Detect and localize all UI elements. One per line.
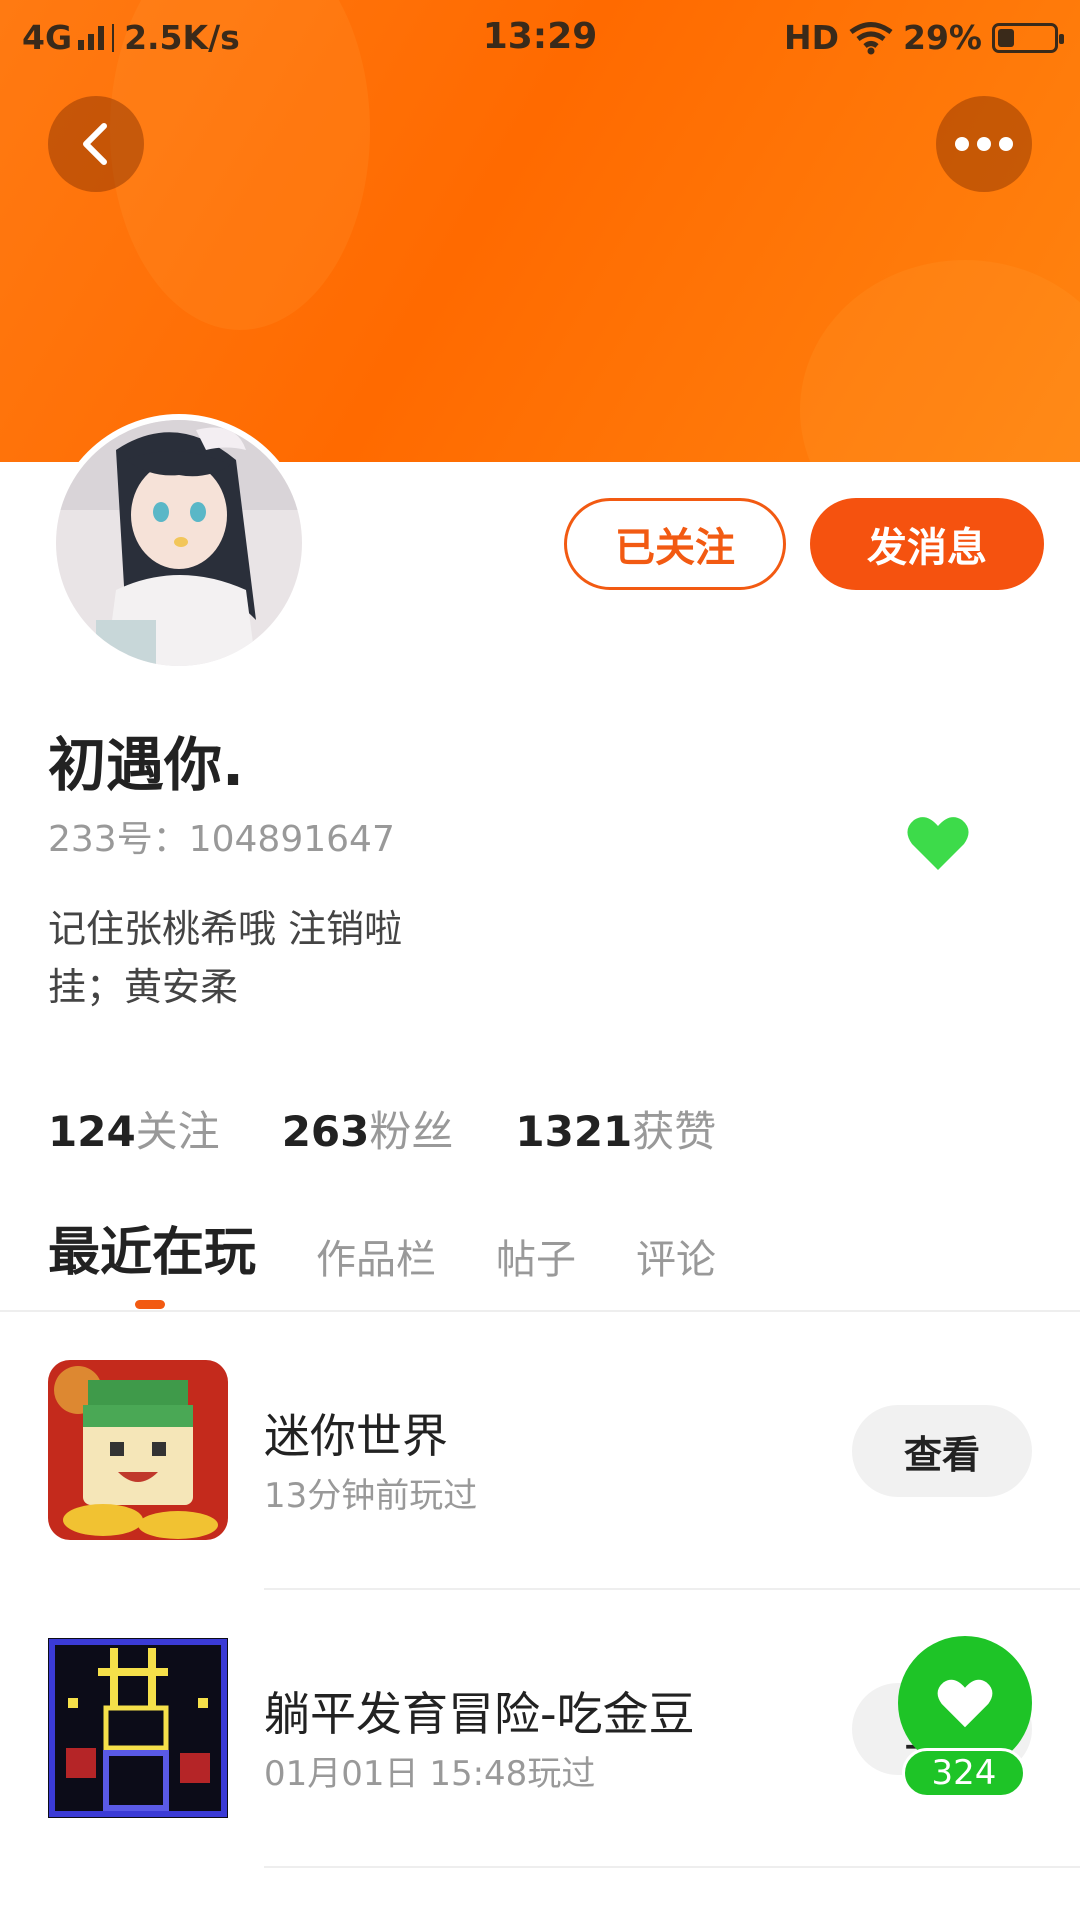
bio: 记住张桃希哦 注销啦 挂；黄安柔 [48, 900, 402, 1016]
game-icon [48, 1638, 228, 1818]
bio-line: 挂；黄安柔 [48, 965, 239, 1009]
stat-label: 获赞 [632, 1107, 717, 1156]
user-id: 233号：104891647 [48, 819, 395, 860]
back-button[interactable] [48, 96, 144, 192]
more-horizontal-icon [955, 137, 1013, 151]
view-button[interactable]: 查看 [852, 1405, 1032, 1497]
tab-posts[interactable]: 帖子 [496, 1227, 576, 1285]
hd-indicator: HD [783, 18, 839, 57]
battery-icon [992, 22, 1064, 53]
more-button[interactable] [936, 96, 1032, 192]
stat-number: 263 [281, 1107, 370, 1156]
divider [0, 1310, 1080, 1312]
avatar[interactable] [50, 414, 308, 672]
avatar-image [56, 420, 302, 666]
divider [264, 1866, 1080, 1868]
stats-bar: 124关注 263粉丝 1321获赞 [48, 1098, 716, 1159]
username: 初遇你. [48, 731, 245, 799]
game-name: 迷你世界 [264, 1409, 448, 1463]
status-bar: 4G 2.5K/s 13:29 HD 29% [0, 0, 1080, 76]
followed-button[interactable]: 已关注 [564, 498, 786, 590]
header-decoration [800, 260, 1080, 462]
tab-comments[interactable]: 评论 [636, 1227, 716, 1285]
game-list-item[interactable]: 迷你世界 13分钟前玩过 查看 [0, 1360, 1080, 1540]
heart-icon[interactable] [906, 814, 970, 872]
stat-likes[interactable]: 1321获赞 [515, 1098, 716, 1159]
game-icon [48, 1360, 228, 1540]
stat-number: 1321 [515, 1107, 633, 1156]
stat-following[interactable]: 124关注 [48, 1098, 220, 1159]
stat-label: 关注 [135, 1107, 220, 1156]
chevron-left-icon [83, 123, 107, 165]
profile-tabs: 最近在玩 作品栏 帖子 评论 [48, 1210, 716, 1285]
played-time: 13分钟前玩过 [264, 1476, 478, 1516]
bio-line: 记住张桃希哦 注销啦 [48, 907, 403, 951]
divider [264, 1588, 1080, 1590]
battery-fill [998, 28, 1014, 47]
stat-label: 粉丝 [369, 1107, 454, 1156]
send-message-button[interactable]: 发消息 [810, 498, 1044, 590]
heart-icon [937, 1679, 993, 1728]
game-name: 躺平发育冒险-吃金豆 [264, 1687, 695, 1741]
like-count: 324 [902, 1748, 1026, 1798]
stat-number: 124 [48, 1107, 136, 1156]
tab-works[interactable]: 作品栏 [316, 1227, 436, 1285]
battery-percent: 29% [903, 18, 982, 57]
stat-fans[interactable]: 263粉丝 [282, 1098, 454, 1159]
wifi-icon [849, 21, 893, 54]
active-tab-indicator [135, 1300, 165, 1309]
played-time: 01月01日 15:48玩过 [264, 1754, 596, 1794]
tab-recently-played[interactable]: 最近在玩 [48, 1210, 256, 1285]
